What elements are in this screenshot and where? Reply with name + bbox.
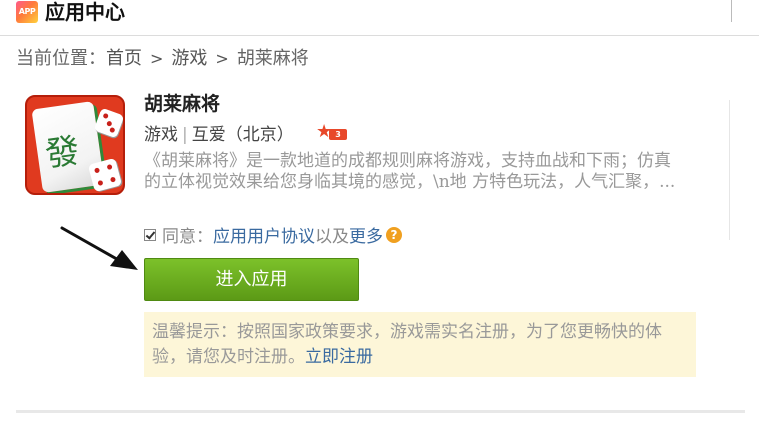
registration-tip: 温馨提示：按照国家政策要求，游戏需实名注册，为了您更畅快的体验，请您及时注册。立… [144, 312, 696, 377]
rating-level: 3 [329, 129, 347, 140]
bottom-divider [16, 410, 745, 413]
rating-badge: ★ 3 [316, 123, 348, 142]
breadcrumb-games-link[interactable]: 游戏 [171, 48, 207, 69]
app-publisher: 互爱（北京） [191, 125, 294, 145]
app-center-logo-icon: APP [16, 1, 38, 23]
breadcrumb-current: 胡莱麻将 [236, 48, 309, 69]
app-category: 游戏 [144, 125, 178, 145]
agree-prefix: 同意： [162, 227, 213, 247]
header-divider [731, 0, 732, 22]
breadcrumb-separator: > [215, 49, 229, 68]
dice-icon [93, 107, 123, 139]
page-title: 应用中心 [45, 0, 125, 24]
user-agreement-link[interactable]: 应用用户协议 [213, 227, 315, 247]
mahjong-game-icon[interactable]: 發 [25, 95, 125, 195]
tile-character: 發 [42, 130, 83, 176]
agree-suffix: 以及 [315, 227, 349, 247]
agree-checkbox[interactable] [144, 229, 156, 241]
app-meta: 游戏 | 互爱（北京） [144, 124, 294, 146]
app-name: 胡莱麻将 [144, 93, 221, 115]
annotation-arrow-icon [60, 226, 138, 270]
breadcrumb-home-link[interactable]: 首页 [106, 48, 142, 69]
tip-text: 温馨提示：按照国家政策要求，游戏需实名注册，为了您更畅快的体验，请您及时注册。 [152, 322, 662, 367]
register-now-link[interactable]: 立即注册 [305, 347, 373, 367]
agreement-row: 同意：应用用户协议以及更多? [144, 226, 402, 248]
app-description: 《胡莱麻将》是一款地道的成都规则麻将游戏，支持血战和下雨；仿真的立体视觉效果给您… [144, 151, 676, 192]
breadcrumb-prefix: 当前位置： [16, 48, 106, 69]
help-icon[interactable]: ? [386, 227, 402, 243]
dice-icon [87, 157, 123, 193]
enter-app-button[interactable]: 进入应用 [144, 258, 359, 301]
meta-divider: | [182, 125, 188, 145]
more-link[interactable]: 更多 [349, 227, 383, 247]
breadcrumb: 当前位置：首页 > 游戏 > 胡莱麻将 [16, 47, 309, 71]
card-divider [729, 100, 730, 240]
breadcrumb-separator: > [150, 49, 164, 68]
header: APP 应用中心 [0, 0, 759, 36]
